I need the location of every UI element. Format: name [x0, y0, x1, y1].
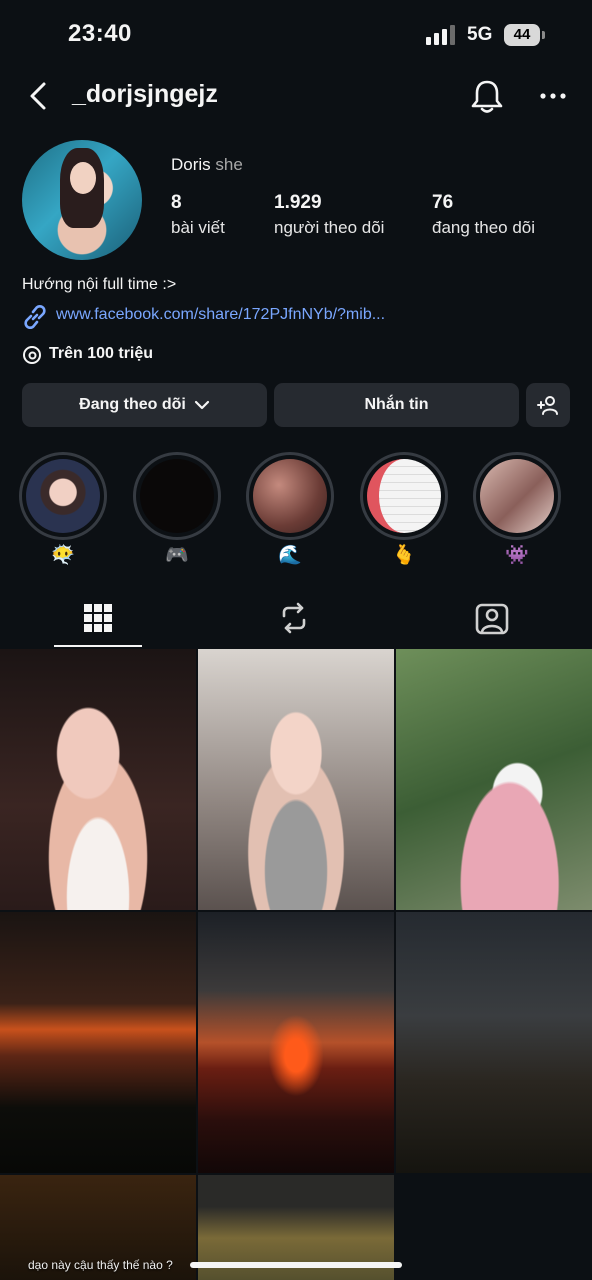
highlight-5[interactable]	[473, 452, 561, 540]
status-time: 23:40	[68, 20, 132, 47]
stat-following[interactable]: 76 đang theo dõi	[432, 192, 535, 238]
message-button[interactable]: Nhắn tin	[274, 383, 519, 427]
highlight-label-1: 😶‍🌫️	[51, 545, 75, 566]
profile-username: _dorjsjngejz	[72, 80, 218, 108]
threads-badge[interactable]: Trên 100 triệu	[49, 345, 153, 363]
home-indicator[interactable]	[190, 1262, 402, 1268]
post-thumbnail[interactable]	[198, 912, 394, 1173]
more-icon[interactable]	[538, 86, 568, 106]
stat-followers[interactable]: 1.929 người theo dõi	[274, 192, 384, 238]
stat-label: người theo dõi	[274, 218, 385, 237]
highlight-label-5: 👾	[505, 545, 529, 566]
threads-icon	[23, 346, 41, 364]
signal-icon	[426, 25, 455, 45]
post-thumbnail[interactable]	[0, 649, 196, 910]
highlight-label-2: 🎮	[165, 545, 189, 566]
chevron-down-icon	[194, 400, 209, 410]
message-label: Nhắn tin	[364, 396, 429, 413]
post-thumbnail[interactable]	[396, 649, 592, 910]
profile-name: Doris she	[171, 155, 243, 175]
add-person-button[interactable]	[526, 383, 570, 427]
stat-label: bài viết	[171, 218, 225, 237]
stat-value: 76	[432, 192, 454, 213]
highlight-2[interactable]	[133, 452, 221, 540]
highlight-label-3: 🌊	[278, 545, 302, 566]
following-label: Đang theo dõi	[79, 396, 186, 413]
highlight-4[interactable]	[360, 452, 448, 540]
bell-icon[interactable]	[470, 78, 504, 114]
stat-posts: 8 bài viết	[171, 192, 225, 238]
display-name: Doris	[171, 155, 211, 174]
link-icon	[24, 304, 46, 330]
battery-indicator: 44	[504, 24, 540, 46]
tagged-icon[interactable]	[472, 598, 512, 638]
post-thumbnail[interactable]	[0, 912, 196, 1173]
following-button[interactable]: Đang theo dõi	[22, 383, 267, 427]
stat-value: 1.929	[274, 192, 322, 213]
reels-icon[interactable]	[274, 598, 314, 638]
stat-label: đang theo dõi	[432, 218, 536, 237]
battery-tip	[542, 31, 545, 39]
add-person-icon	[537, 396, 558, 415]
post-thumbnail[interactable]	[198, 649, 394, 910]
profile-link[interactable]: www.facebook.com/share/172PJfnNYb/?mib..…	[56, 306, 385, 324]
pronoun: she	[215, 155, 243, 174]
active-tab-indicator	[54, 645, 142, 647]
highlight-3[interactable]	[246, 452, 334, 540]
post-caption: dạo này cậu thấy thế nào ?	[28, 1258, 173, 1272]
network-label: 5G	[467, 24, 493, 45]
highlight-1[interactable]	[19, 452, 107, 540]
grid-icon[interactable]	[78, 598, 118, 638]
post-thumbnail[interactable]	[396, 912, 592, 1173]
stat-value: 8	[171, 192, 182, 213]
highlight-label-4: 🫰	[392, 545, 416, 566]
profile-avatar[interactable]	[22, 140, 142, 260]
profile-bio: Hướng nội full time :>	[22, 276, 177, 293]
chevron-left-icon[interactable]	[24, 80, 54, 112]
